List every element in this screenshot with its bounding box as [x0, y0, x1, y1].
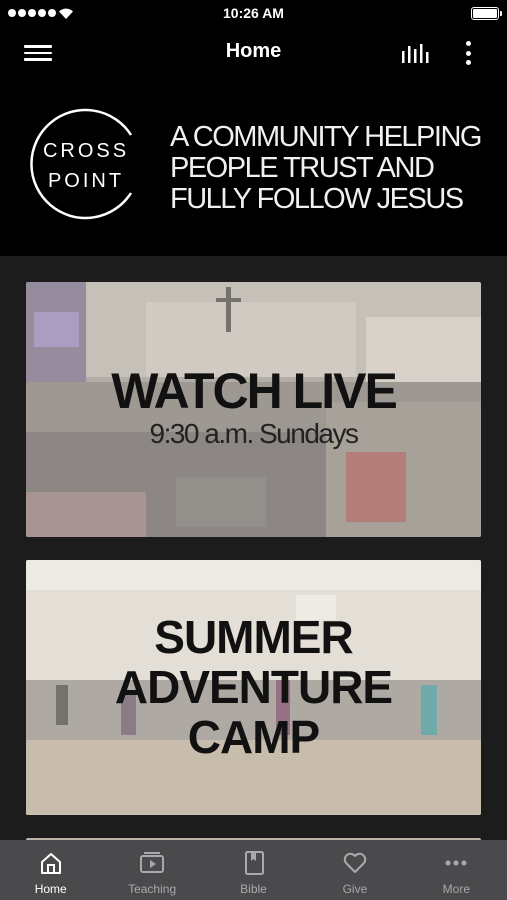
tab-label: Home [34, 882, 67, 896]
tagline: A COMMUNITY HELPING PEOPLE TRUST AND FUL… [170, 122, 490, 215]
card-subtitle: 9:30 a.m. Sundays [149, 418, 359, 449]
card-title-line: CAMP [187, 711, 320, 763]
tagline-line: FULLY FOLLOW JESUS [170, 183, 464, 215]
audio-bars-icon[interactable] [400, 41, 430, 65]
home-icon [40, 853, 61, 874]
bible-icon [244, 851, 264, 875]
watch-live-card[interactable]: WATCH LIVE 9:30 a.m. Sundays [26, 282, 481, 537]
tab-label: Bible [240, 882, 267, 896]
battery-icon [471, 7, 502, 20]
summer-camp-card[interactable]: SUMMER ADVENTURE CAMP [26, 560, 481, 815]
home-feed[interactable]: WATCH LIVE 9:30 a.m. Sundays SUMMER ADVE… [0, 256, 507, 840]
card-title-line: ADVENTURE [114, 661, 393, 713]
logo-text-line1: CROSS [42, 140, 130, 162]
navigation-bar: Home [0, 28, 507, 78]
tab-label: Give [342, 882, 368, 896]
more-dots-icon [445, 860, 467, 866]
tab-label: More [442, 882, 470, 896]
tab-bar: Home Teaching Bible Give More [0, 840, 507, 900]
tab-home[interactable]: Home [0, 840, 101, 900]
card-title: WATCH LIVE [111, 363, 398, 419]
video-icon [140, 852, 165, 873]
tab-more[interactable]: More [406, 840, 507, 900]
tab-give[interactable]: Give [304, 840, 405, 900]
page-title: Home [225, 40, 282, 62]
church-banner: CROSS POINT A COMMUNITY HELPING PEOPLE T… [0, 78, 507, 256]
card-title: SUMMER ADVENTURE CAMP [26, 612, 481, 762]
heart-icon [343, 852, 367, 873]
logo-text-line2: POINT [47, 170, 125, 192]
crosspoint-logo: CROSS POINT [27, 105, 139, 223]
tagline-line: PEOPLE TRUST AND [170, 152, 435, 184]
tab-bible[interactable]: Bible [203, 840, 304, 900]
card-title-line: SUMMER [154, 611, 353, 663]
overflow-menu-icon[interactable] [460, 38, 476, 68]
status-time: 10:26 AM [223, 5, 284, 21]
status-bar: 10:26 AM [0, 0, 507, 28]
tab-teaching[interactable]: Teaching [101, 840, 202, 900]
tab-label: Teaching [128, 882, 177, 896]
tagline-line: A COMMUNITY HELPING [170, 121, 482, 153]
